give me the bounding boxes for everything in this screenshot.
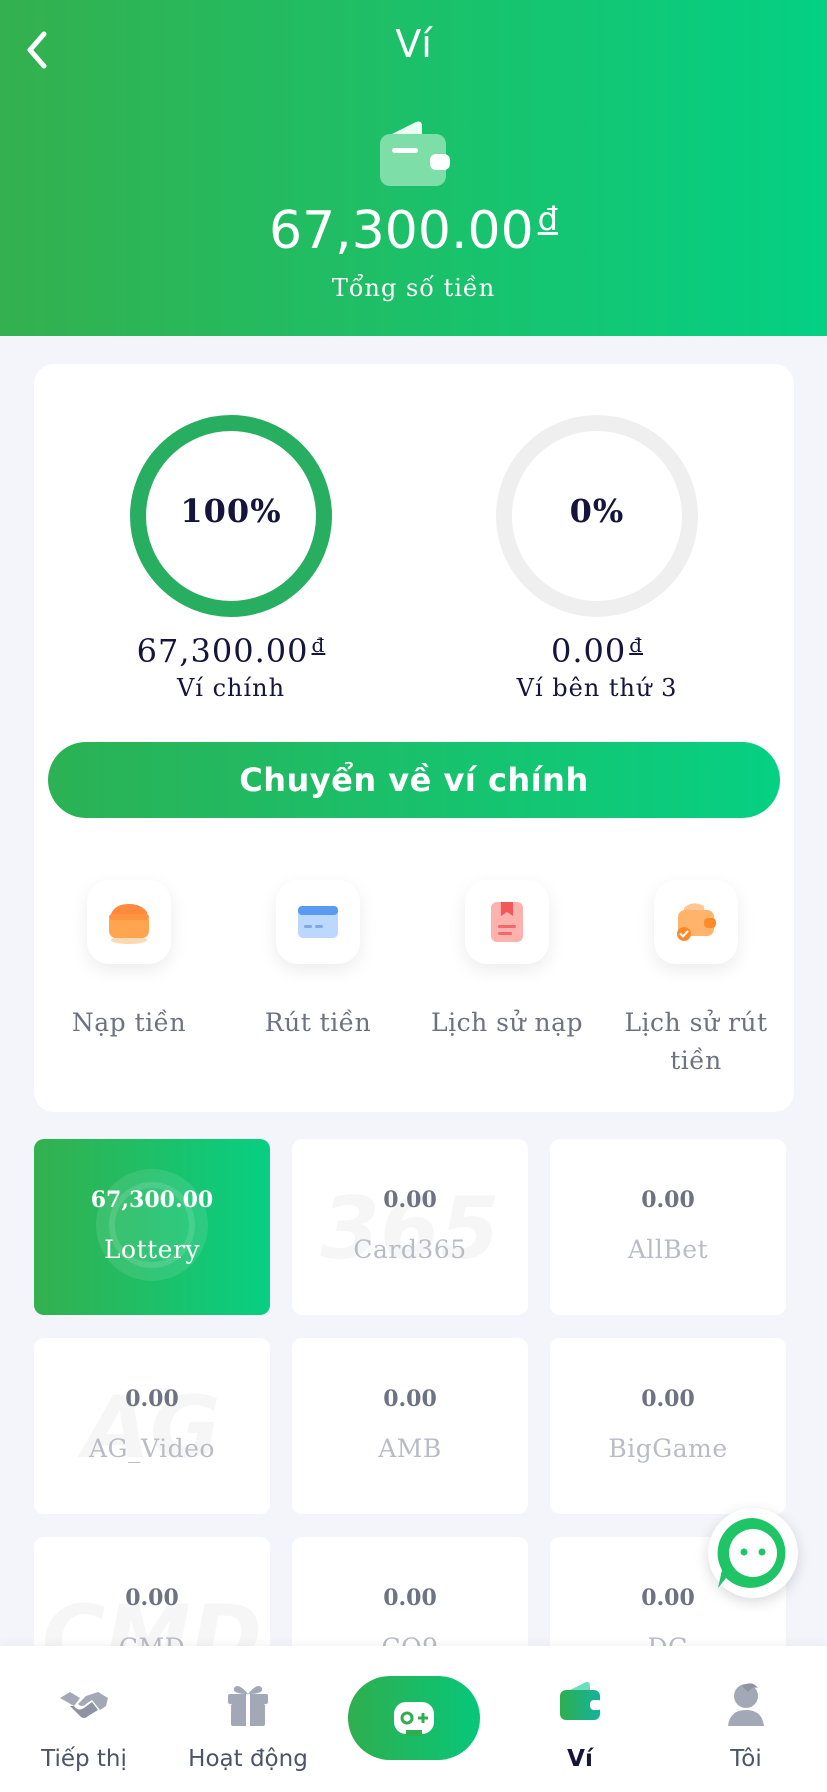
wallet-header: Ví 67,300.00 đ Tổng số tiền xyxy=(0,0,827,336)
deposit-label: Nạp tiền xyxy=(71,1008,187,1037)
nav-profile[interactable]: Tôi xyxy=(666,1676,826,1772)
wallet-icon xyxy=(560,1681,602,1720)
platform-name: BigGame xyxy=(608,1434,728,1463)
deposit-wallet-icon xyxy=(87,880,171,964)
nav-marketing[interactable]: Tiếp thị xyxy=(4,1676,164,1772)
third-party-wallet-percent: 0% xyxy=(569,492,625,530)
withdraw-history-icon xyxy=(654,880,738,964)
platform-tile-amb[interactable]: 0.00 AMB xyxy=(292,1338,528,1514)
third-party-wallet-amount: 0.00 đ xyxy=(447,632,747,670)
main-wallet-percent: 100% xyxy=(180,492,282,530)
platform-amount: 0.00 xyxy=(641,1187,695,1213)
main-wallet-ring: 100% xyxy=(129,414,333,618)
wallet-summary-card: 100% 0% 67,300.00 đ Ví chính 0.00 đ Ví bên… xyxy=(34,364,794,1112)
handshake-icon xyxy=(60,1692,108,1718)
user-icon xyxy=(728,1683,764,1726)
platform-name: AllBet xyxy=(627,1235,709,1264)
third-party-wallet-label: Ví bên thứ 3 xyxy=(516,674,678,702)
withdraw-history-action[interactable]: Lịch sử rút tiền xyxy=(601,880,791,1080)
platform-name: AG_Video xyxy=(89,1434,215,1463)
live-chat-button[interactable] xyxy=(708,1508,798,1598)
currency-symbol: đ xyxy=(537,200,558,238)
total-amount-value: 67,300.00 xyxy=(269,201,534,261)
page-title: Ví xyxy=(395,22,432,66)
withdraw-history-label: Lịch sử rút tiền xyxy=(624,1008,768,1075)
platform-tile-allbet[interactable]: 0.00 AllBet xyxy=(550,1139,786,1315)
total-balance: 67,300.00 đ xyxy=(0,200,827,261)
nav-activities[interactable]: Hoạt động xyxy=(168,1676,328,1772)
transfer-to-main-wallet-button[interactable]: Chuyển về ví chính xyxy=(48,742,780,818)
main-wallet-label: Ví chính xyxy=(176,674,286,702)
deposit-history-label: Lịch sử nạp xyxy=(430,1008,584,1037)
nav-games-button[interactable] xyxy=(348,1676,480,1760)
withdraw-label: Rút tiền xyxy=(264,1008,372,1037)
platform-name: AMB xyxy=(378,1434,442,1463)
currency-symbol: đ xyxy=(311,633,326,657)
platform-amount: 0.00 xyxy=(125,1585,179,1611)
platform-tile-lottery[interactable]: 67,300.00 Lottery xyxy=(34,1139,270,1315)
gift-icon xyxy=(228,1686,268,1726)
nav-wallet[interactable]: Ví xyxy=(500,1676,660,1772)
nav-label: Tiếp thị xyxy=(41,1746,127,1772)
platform-tile-card365[interactable]: 365 0.00 Card365 xyxy=(292,1139,528,1315)
nav-label: Tôi xyxy=(730,1746,762,1772)
deposit-history-icon xyxy=(465,880,549,964)
deposit-history-action[interactable]: Lịch sử nạp xyxy=(412,880,602,1042)
currency-symbol: đ xyxy=(629,633,644,657)
platform-tile-biggame[interactable]: 0.00 BigGame xyxy=(550,1338,786,1514)
nav-label: Hoạt động xyxy=(188,1746,308,1772)
gamepad-icon xyxy=(394,1702,434,1736)
bottom-navigation: Tiếp thị Hoạt động Ví Tôi xyxy=(0,1646,827,1792)
platform-tile-ag-video[interactable]: AG 0.00 AG_Video xyxy=(34,1338,270,1514)
platform-amount: 0.00 xyxy=(383,1585,437,1611)
main-wallet-amount: 67,300.00 đ xyxy=(81,632,381,670)
platform-amount: 0.00 xyxy=(383,1187,437,1213)
platform-name: Lottery xyxy=(103,1235,201,1264)
main-wallet-amount-value: 67,300.00 xyxy=(136,632,309,670)
deposit-action[interactable]: Nạp tiền xyxy=(34,880,224,1042)
nav-label: Ví xyxy=(567,1746,593,1772)
lottery-ball-icon xyxy=(96,1169,208,1281)
third-party-wallet-amount-value: 0.00 xyxy=(550,632,627,670)
chat-bubble-icon xyxy=(717,1517,786,1588)
platform-name: Card365 xyxy=(353,1235,467,1264)
wallet-icon xyxy=(378,118,454,194)
platform-amount: 0.00 xyxy=(383,1386,437,1412)
withdraw-action[interactable]: Rút tiền xyxy=(223,880,413,1042)
platform-amount: 0.00 xyxy=(125,1386,179,1412)
platform-amount: 0.00 xyxy=(641,1386,695,1412)
withdraw-card-icon xyxy=(276,880,360,964)
total-balance-label: Tổng số tiền xyxy=(331,274,496,302)
third-party-wallet-ring: 0% xyxy=(495,414,699,618)
platform-amount: 67,300.00 xyxy=(90,1187,214,1213)
